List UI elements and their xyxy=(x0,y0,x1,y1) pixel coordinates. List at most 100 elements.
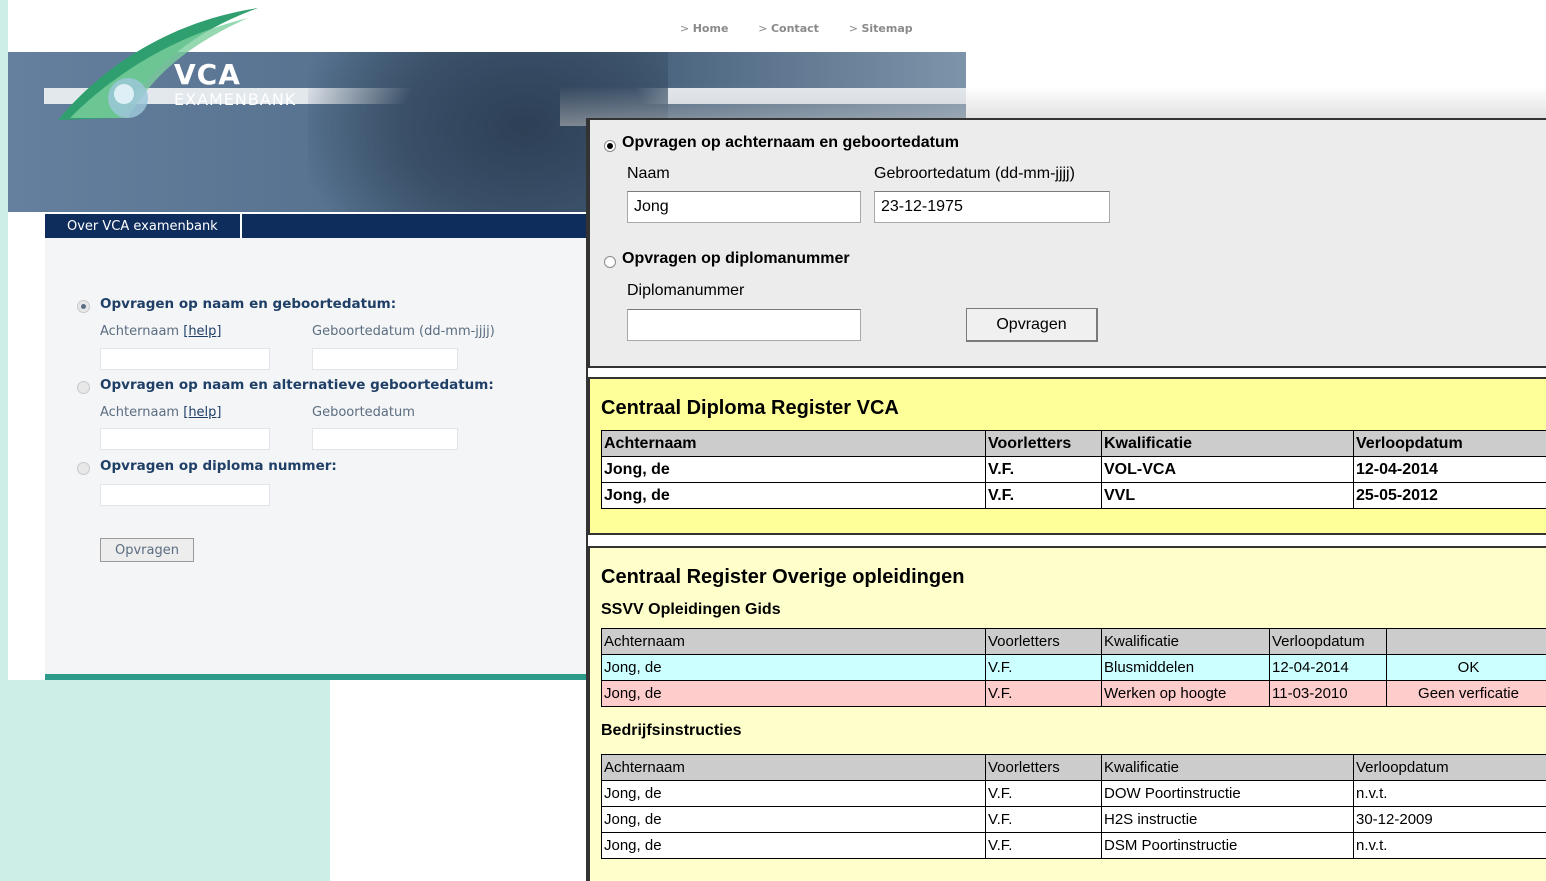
bg-option1-date-label: Geboortedatum (dd-mm-jjjj) xyxy=(312,324,495,339)
cell-verloopdatum: 25-05-2012 xyxy=(1353,482,1546,509)
bg-option1-name-text: Achternaam xyxy=(100,324,180,339)
col-header-voorletters: Voorletters xyxy=(985,754,1102,781)
option-diploma-number-label: Opvragen op diplomanummer xyxy=(622,250,850,267)
cell-voorletters: V.F. xyxy=(985,482,1102,509)
bg-radio-option3[interactable] xyxy=(77,462,90,475)
bg-option1-label: Opvragen op naam en geboortedatum: xyxy=(100,296,397,312)
ssvv-table: Achternaam Voorletters Kwalificatie Verl… xyxy=(601,628,1546,707)
col-header-achternaam: Achternaam xyxy=(601,628,986,655)
table-header-row: Achternaam Voorletters Kwalificatie Verl… xyxy=(601,430,1546,457)
cell-kwalificatie: H2S instructie xyxy=(1101,806,1354,833)
cell-voorletters: V.F. xyxy=(985,680,1102,707)
cell-status: OK xyxy=(1386,654,1546,681)
bg-opvragen-button[interactable]: Opvragen xyxy=(100,538,194,562)
table-header-row: Achternaam Voorletters Kwalificatie Verl… xyxy=(601,754,1546,781)
bg-help-link[interactable]: [help] xyxy=(183,324,221,339)
bg-option3-label: Opvragen op diploma nummer: xyxy=(100,458,337,474)
cell-kwalificatie: DSM Poortinstructie xyxy=(1101,832,1354,859)
bg-name-input-2[interactable] xyxy=(100,428,270,450)
cell-voorletters: V.F. xyxy=(985,654,1102,681)
result-window: Opvragen op achternaam en geboortedatum … xyxy=(586,118,1546,881)
col-header-voorletters: Voorletters xyxy=(985,628,1102,655)
cell-verloopdatum: 30-12-2009 xyxy=(1353,806,1546,833)
col-header-kwalificatie: Kwalificatie xyxy=(1101,754,1354,781)
radio-diploma-number[interactable] xyxy=(604,256,616,268)
bedrijfsinstructies-table: Achternaam Voorletters Kwalificatie Verl… xyxy=(601,754,1546,859)
subnav-over-vca[interactable]: Over VCA examenbank xyxy=(45,214,242,238)
col-header-achternaam: Achternaam xyxy=(601,754,986,781)
ssvv-subtitle: SSVV Opleidingen Gids xyxy=(601,601,781,618)
col-header-verloopdatum: Verloopdatum xyxy=(1269,628,1387,655)
cell-verloopdatum: 12-04-2014 xyxy=(1353,456,1546,483)
bg-option2-name-label: Achternaam [help] xyxy=(100,405,222,420)
table-row: Jong, de V.F. VVL 25-05-2012 xyxy=(601,482,1546,509)
name-label: Naam xyxy=(627,165,670,182)
bg-date-input[interactable] xyxy=(312,348,458,370)
table-row: Jong, de V.F. H2S instructie 30-12-2009 xyxy=(601,806,1546,833)
bg-radio-option1[interactable] xyxy=(77,300,90,313)
other-trainings-panel: Centraal Register Overige opleidingen SS… xyxy=(588,546,1546,881)
diploma-number-label: Diplomanummer xyxy=(627,282,745,299)
top-navigation: Home Contact Sitemap xyxy=(680,22,939,35)
cell-status: Geen verficatie xyxy=(1386,680,1546,707)
cell-voorletters: V.F. xyxy=(985,806,1102,833)
opvragen-button[interactable]: Opvragen xyxy=(966,308,1098,342)
cell-verloopdatum: n.v.t. xyxy=(1353,780,1546,807)
cell-achternaam: Jong, de xyxy=(601,482,986,509)
cell-kwalificatie: Blusmiddelen xyxy=(1101,654,1270,681)
col-header-verloopdatum: Verloopdatum xyxy=(1353,754,1546,781)
cell-achternaam: Jong, de xyxy=(601,806,986,833)
table-header-row: Achternaam Voorletters Kwalificatie Verl… xyxy=(601,628,1546,655)
option-name-birthdate-label: Opvragen op achternaam en geboortedatum xyxy=(622,134,959,151)
bg-option2-label: Opvragen op naam en alternatieve geboort… xyxy=(100,377,494,393)
cell-achternaam: Jong, de xyxy=(601,456,986,483)
bg-radio-option2[interactable] xyxy=(77,381,90,394)
logo-title: VCA xyxy=(174,58,241,91)
cell-achternaam: Jong, de xyxy=(601,832,986,859)
col-header-kwalificatie: Kwalificatie xyxy=(1101,628,1270,655)
bg-help-link-2[interactable]: [help] xyxy=(183,405,221,420)
bg-diploma-input[interactable] xyxy=(100,484,270,506)
cell-achternaam: Jong, de xyxy=(601,780,986,807)
col-header-verloopdatum: Verloopdatum xyxy=(1353,430,1546,457)
logo-subtitle: EXAMENBANK xyxy=(174,90,297,109)
col-header-voorletters: Voorletters xyxy=(985,430,1102,457)
diploma-register-table: Achternaam Voorletters Kwalificatie Verl… xyxy=(601,430,1546,509)
diploma-number-input[interactable] xyxy=(627,309,861,341)
diploma-register-panel: Centraal Diploma Register VCA Achternaam… xyxy=(588,377,1546,535)
table-row: Jong, de V.F. Blusmiddelen 12-04-2014 OK xyxy=(601,654,1546,681)
cell-kwalificatie: VOL-VCA xyxy=(1101,456,1354,483)
cell-voorletters: V.F. xyxy=(985,832,1102,859)
bg-name-input[interactable] xyxy=(100,348,270,370)
cell-kwalificatie: Werken op hoogte xyxy=(1101,680,1270,707)
radio-name-birthdate[interactable] xyxy=(604,140,616,152)
name-input[interactable] xyxy=(627,191,861,223)
birthdate-label: Gebroortedatum (dd-mm-jjjj) xyxy=(874,165,1075,182)
bg-date-input-2[interactable] xyxy=(312,428,458,450)
cell-achternaam: Jong, de xyxy=(601,654,986,681)
cell-verloopdatum: n.v.t. xyxy=(1353,832,1546,859)
cell-kwalificatie: VVL xyxy=(1101,482,1354,509)
col-header-status xyxy=(1386,628,1546,655)
table-row: Jong, de V.F. VOL-VCA 12-04-2014 xyxy=(601,456,1546,483)
table-row: Jong, de V.F. DSM Poortinstructie n.v.t. xyxy=(601,832,1546,859)
bedrijfsinstructies-subtitle: Bedrijfsinstructies xyxy=(601,722,742,739)
nav-sitemap-link[interactable]: Sitemap xyxy=(849,22,913,35)
diploma-register-title: Centraal Diploma Register VCA xyxy=(601,397,899,419)
cell-kwalificatie: DOW Poortinstructie xyxy=(1101,780,1354,807)
bg-option2-date-label: Geboortedatum xyxy=(312,405,415,420)
query-panel: Opvragen op achternaam en geboortedatum … xyxy=(588,118,1546,368)
other-trainings-title: Centraal Register Overige opleidingen xyxy=(601,566,965,588)
table-row: Jong, de V.F. Werken op hoogte 11-03-201… xyxy=(601,680,1546,707)
cell-voorletters: V.F. xyxy=(985,780,1102,807)
cell-verloopdatum: 11-03-2010 xyxy=(1269,680,1387,707)
col-header-achternaam: Achternaam xyxy=(601,430,986,457)
nav-contact-link[interactable]: Contact xyxy=(758,22,819,35)
birthdate-input[interactable] xyxy=(874,191,1110,223)
bg-option2-name-text: Achternaam xyxy=(100,405,180,420)
cell-voorletters: V.F. xyxy=(985,456,1102,483)
nav-home-link[interactable]: Home xyxy=(680,22,728,35)
col-header-kwalificatie: Kwalificatie xyxy=(1101,430,1354,457)
cell-achternaam: Jong, de xyxy=(601,680,986,707)
bg-option1-name-label: Achternaam [help] xyxy=(100,324,222,339)
